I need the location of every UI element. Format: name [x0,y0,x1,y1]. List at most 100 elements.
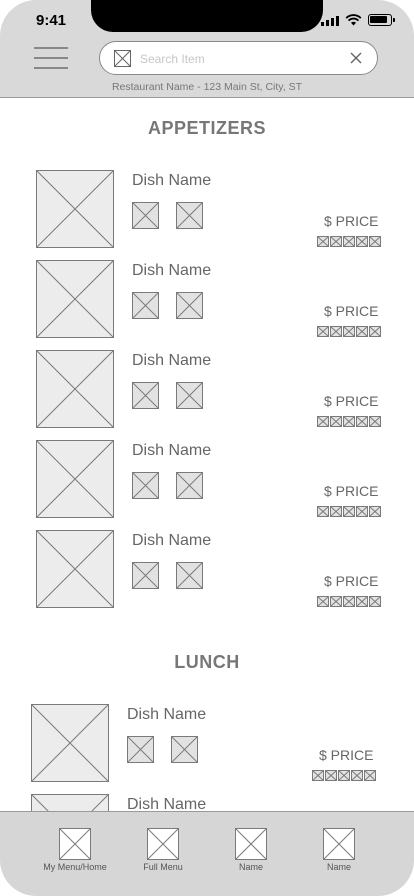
dish-name: Dish Name [132,532,212,549]
rating-star-icon [369,506,381,517]
dish-price: $ PRICE [324,393,379,409]
dish-image-placeholder-icon [36,350,114,428]
tab-label: Name [238,862,263,872]
section-title: LUNCH [174,652,240,672]
dish-image-placeholder-icon [36,530,114,608]
rating-star-icon [369,326,381,337]
dish-price: $ PRICE [319,747,374,763]
tab-name-3[interactable]: Name [207,828,295,872]
rating-star-icon [330,236,342,247]
rating-star-icon [351,770,363,781]
wifi-icon [345,14,362,26]
dish-image-placeholder-icon [36,170,114,248]
rating-star-icon [343,506,355,517]
rating-stars [317,506,381,517]
rating-star-icon [369,416,381,427]
rating-star-icon [356,506,368,517]
rating-star-icon [356,326,368,337]
rating-star-icon [330,326,342,337]
dish-item[interactable]: Dish Name $ PRICE [36,530,396,608]
restaurant-info: Restaurant Name - 123 Main St, City, ST [111,81,303,93]
dish-tag-icon [176,292,203,319]
dish-price: $ PRICE [324,483,379,499]
rating-star-icon [356,416,368,427]
rating-stars [317,416,381,427]
rating-stars [312,770,376,781]
phone-screen: 9:41 Search Item Restaurant Name - 123 M… [0,0,414,896]
rating-star-icon [343,326,355,337]
rating-star-icon [356,596,368,607]
rating-stars [317,596,381,607]
dish-name: Dish Name [127,706,207,723]
rating-star-icon [317,596,329,607]
dish-item[interactable]: Dish Name $ PRICE [36,440,396,518]
dish-tag-icon [176,562,203,589]
dish-image-placeholder-icon [31,794,109,811]
dish-tag-icon [171,736,198,763]
dish-item[interactable]: Dish Name $ PRICE [36,350,396,428]
rating-stars [317,236,381,247]
search-image-placeholder-icon [114,50,131,67]
dish-item[interactable]: Dish Name$ PRICE [31,794,391,811]
dish-price: $ PRICE [324,303,379,319]
rating-star-icon [343,596,355,607]
rating-star-icon [317,506,329,517]
rating-star-icon [312,770,324,781]
rating-star-icon [317,326,329,337]
tab-label: Name [326,862,351,872]
dish-image-placeholder-icon [36,260,114,338]
dish-tag-icon [132,202,159,229]
dish-tag-icon [176,202,203,229]
dish-item[interactable]: Dish Name $ PRICE [36,170,396,248]
menu-content[interactable]: APPETIZERS Dish Name $ PRICE Dish Name $ PRI… [0,98,414,811]
rating-star-icon [364,770,376,781]
status-icons [321,14,395,26]
dish-tag-icon [127,736,154,763]
dish-tag-icon [132,292,159,319]
battery-icon [368,14,395,26]
rating-star-icon [330,506,342,517]
tab-label: My Menu/Home [43,862,107,872]
cellular-signal-icon [321,16,339,26]
rating-star-icon [325,770,337,781]
dish-name: Dish Name [132,442,212,459]
dish-tag-icon [176,382,203,409]
rating-star-icon [338,770,350,781]
rating-star-icon [317,416,329,427]
dish-tag-icon [132,562,159,589]
tab-full-menu[interactable]: Full Menu [119,828,207,872]
rating-star-icon [330,596,342,607]
tab-name-4[interactable]: Name [295,828,383,872]
dish-name: Dish Name [127,796,207,811]
bottom-tab-bar: My Menu/Home Full Menu Name Name [0,811,414,896]
dish-price: $ PRICE [324,213,379,229]
tab-image-placeholder-icon [147,828,179,860]
section-title: APPETIZERS [147,118,267,138]
rating-star-icon [343,416,355,427]
close-icon[interactable] [349,51,363,65]
dish-tag-icon [132,382,159,409]
device-notch [91,0,323,32]
rating-star-icon [330,416,342,427]
dish-price: $ PRICE [324,573,379,589]
dish-tag-icon [176,472,203,499]
dish-name: Dish Name [132,352,212,369]
tab-my-menu-home[interactable]: My Menu/Home [31,828,119,872]
dish-tag-icon [132,472,159,499]
tab-image-placeholder-icon [235,828,267,860]
rating-star-icon [317,236,329,247]
search-bar [99,41,378,75]
rating-star-icon [356,236,368,247]
dish-name: Dish Name [132,172,212,189]
hamburger-icon[interactable] [34,46,70,70]
rating-stars [317,326,381,337]
dish-item[interactable]: Dish Name $ PRICE [31,704,391,782]
tab-image-placeholder-icon [323,828,355,860]
status-time: 9:41 [36,12,67,29]
search-input[interactable] [140,48,340,70]
dish-image-placeholder-icon [31,704,109,782]
rating-star-icon [369,236,381,247]
dish-item[interactable]: Dish Name $ PRICE [36,260,396,338]
dish-name: Dish Name [132,262,212,279]
tab-label: Full Menu [143,862,183,872]
